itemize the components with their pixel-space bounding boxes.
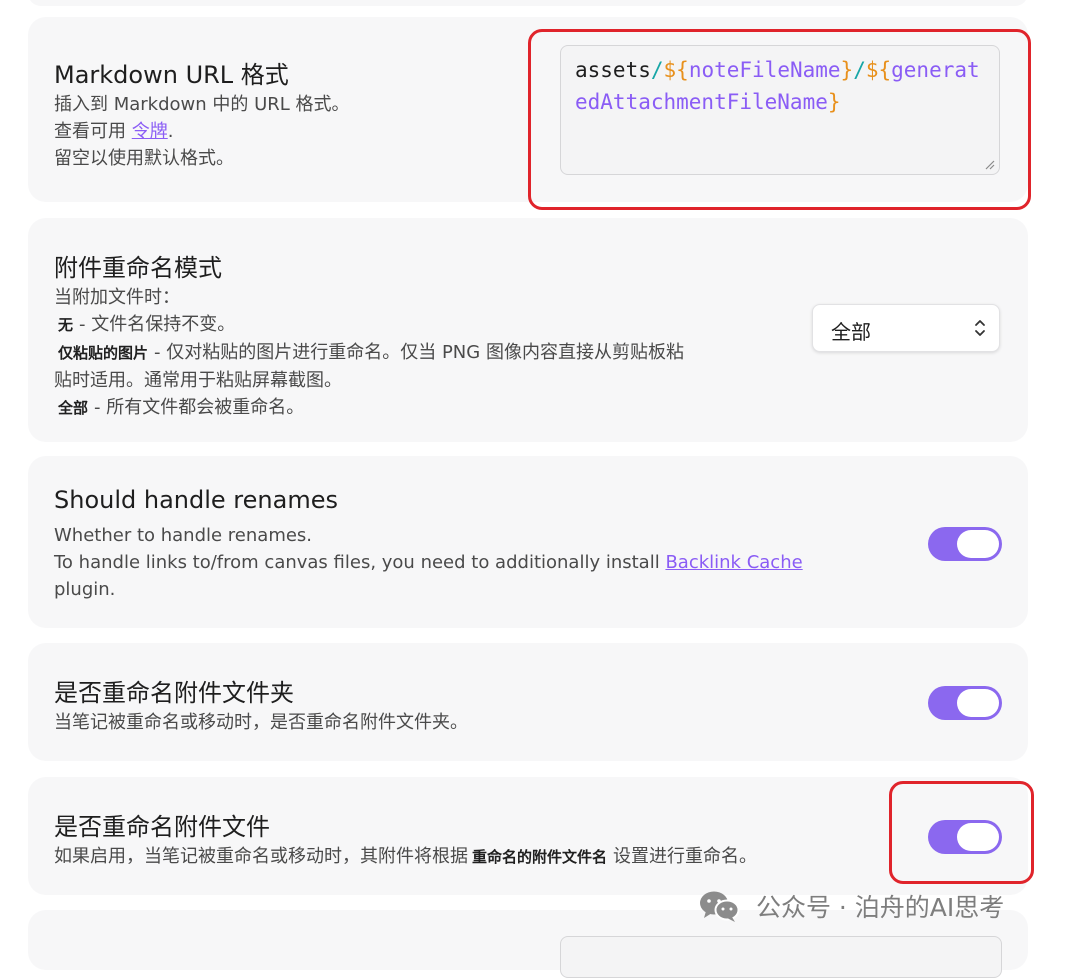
desc-line: 插入到 Markdown 中的 URL 格式。 [54,94,350,115]
toggle-knob [957,689,999,717]
desc-line: Whether to handle renames. [54,525,313,546]
code-token: noteFileName [688,58,841,82]
desc-text: . [167,121,174,142]
desc-line: 贴时适用。通常用于粘贴屏幕截图。 [54,370,342,391]
rename-mode-select[interactable]: 全部 [812,304,1000,352]
handle-renames-toggle[interactable] [928,527,1002,561]
code-token: } [840,58,854,82]
setting-title: Should handle renames [54,486,338,514]
select-value: 全部 [831,320,871,344]
code-token: assets [575,58,651,82]
watermark-text: 公众号 · 泊舟的AI思考 [755,893,1005,922]
desc-text: 设置进行重命名。 [613,846,758,867]
setting-description: 当附加文件时： 无 - 文件名保持不变。 仅粘贴的图片 - 仅对粘贴的图片进行重命名… [54,284,684,422]
setting-title: Markdown URL 格式 [54,61,289,89]
desc-text: 如果启用，当笔记被重命名或移动时，其附件将根据 [54,846,468,867]
setting-keyword: 重命名的附件文件名 [472,848,608,866]
toggle-knob [957,530,999,558]
desc-line: 当附加文件时： [54,287,180,308]
setting-card-handle-renames: Should handle renames Whether to handle … [28,456,1028,628]
desc-line: 全部 - 所有文件都会被重命名。 [54,394,684,422]
desc-text: - 仅对粘贴的图片进行重命名。仅当 PNG 图像内容直接从剪贴板粘 [154,342,684,363]
setting-title: 是否重命名附件文件夹 [54,679,294,707]
code-token: / [853,58,866,82]
wechat-icon [700,891,740,922]
code-token: } [827,90,841,114]
setting-title: 是否重命名附件文件 [54,813,270,841]
desc-text: To handle links to/from canvas files, yo… [54,552,666,573]
toggle-knob [957,823,999,851]
setting-card-markdown-url-format: Markdown URL 格式 插入到 Markdown 中的 URL 格式。 … [28,17,1028,202]
setting-description: 如果启用，当笔记被重命名或移动时，其附件将根据 重命名的附件文件名 设置进行重命名。 [54,843,757,871]
watermark: 公众号 · 泊舟的AI思考 [698,888,1004,928]
setting-card-rename-folder: 是否重命名附件文件夹 当笔记被重命名或移动时，是否重命名附件文件夹。 [28,643,1028,761]
resize-grip-icon[interactable] [983,158,995,170]
tokens-link[interactable]: 令牌 [132,121,168,142]
setting-description: 插入到 Markdown 中的 URL 格式。 查看可用 令牌. 留空以使用默认… [54,91,350,172]
desc-line: 当笔记被重命名或移动时，是否重命名附件文件夹。 [54,712,468,733]
option-label: 无 [58,316,74,334]
desc-line: 如果启用，当笔记被重命名或移动时，其附件将根据 重命名的附件文件名 设置进行重命名。 [54,843,757,871]
option-label: 全部 [58,399,89,417]
desc-line: 仅粘贴的图片 - 仅对粘贴的图片进行重命名。仅当 PNG 图像内容直接从剪贴板粘 [54,339,684,367]
setting-card-previous [28,0,1028,6]
desc-line: 查看可用 令牌. [54,118,350,145]
desc-line: 留空以使用默认格式。 [54,148,234,169]
desc-line: To handle links to/from canvas files, yo… [54,549,803,576]
code-token: ${ [865,58,892,82]
code-token: / [650,58,664,82]
setting-card-rename-mode: 附件重命名模式 当附加文件时： 无 - 文件名保持不变。 仅粘贴的图片 - 仅对粘贴… [28,218,1028,442]
rename-folder-toggle[interactable] [928,686,1002,720]
setting-title: 附件重命名模式 [54,254,222,282]
chevron-up-down-icon [975,320,985,336]
setting-description: Whether to handle renames. To handle lin… [54,522,803,603]
markdown-url-format-textarea[interactable]: assets/${noteFileName}/${generatedAttach… [560,45,1000,175]
setting-card-rename-files: 是否重命名附件文件 如果启用，当笔记被重命名或移动时，其附件将根据 重命名的附件文… [28,777,1028,895]
desc-text: 查看可用 [54,121,132,142]
desc-line: 无 - 文件名保持不变。 [54,311,684,339]
desc-line: plugin. [54,579,116,600]
setting-description: 当笔记被重命名或移动时，是否重命名附件文件夹。 [54,709,468,736]
next-input-partial[interactable] [560,936,1002,978]
option-label: 仅粘贴的图片 [58,344,149,362]
backlink-cache-link[interactable]: Backlink Cache [665,552,802,573]
desc-text: - 文件名保持不变。 [79,314,236,335]
code-token: ${ [663,58,689,82]
desc-text: - 所有文件都会被重命名。 [94,397,305,418]
rename-files-toggle[interactable] [928,820,1002,854]
